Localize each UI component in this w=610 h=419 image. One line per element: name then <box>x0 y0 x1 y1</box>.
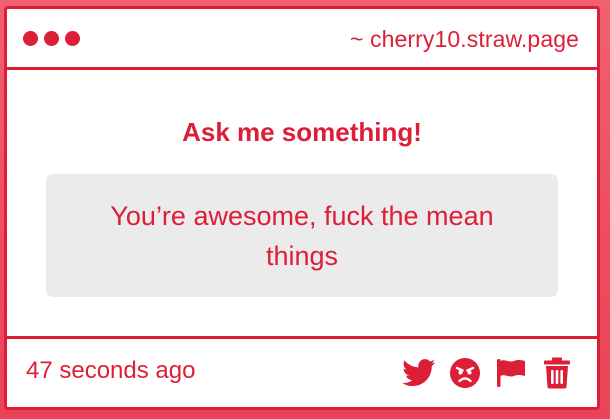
window-dots <box>23 31 80 46</box>
question-card: ~ cherry10.straw.page Ask me something! … <box>4 6 600 410</box>
message-box: You’re awesome, fuck the mean things <box>46 174 558 297</box>
window-dot <box>65 31 80 46</box>
share-twitter-button[interactable] <box>401 355 437 391</box>
trash-icon <box>544 357 570 389</box>
angry-face-icon <box>450 358 480 388</box>
card-body: Ask me something! You’re awesome, fuck t… <box>7 70 597 341</box>
flag-icon <box>497 359 525 387</box>
message-text: You’re awesome, fuck the mean things <box>110 200 494 271</box>
card-footer: 47 seconds ago <box>7 336 597 407</box>
prompt-heading: Ask me something! <box>182 117 422 147</box>
window-dot <box>23 31 38 46</box>
flag-button[interactable] <box>493 355 529 391</box>
window-dot <box>44 31 59 46</box>
site-url-label: ~ cherry10.straw.page <box>349 26 579 52</box>
action-bar <box>401 355 575 391</box>
timestamp: 47 seconds ago <box>26 357 196 384</box>
delete-button[interactable] <box>539 355 575 391</box>
twitter-icon <box>402 359 436 387</box>
card-header: ~ cherry10.straw.page <box>7 9 597 70</box>
report-angry-button[interactable] <box>447 355 483 391</box>
